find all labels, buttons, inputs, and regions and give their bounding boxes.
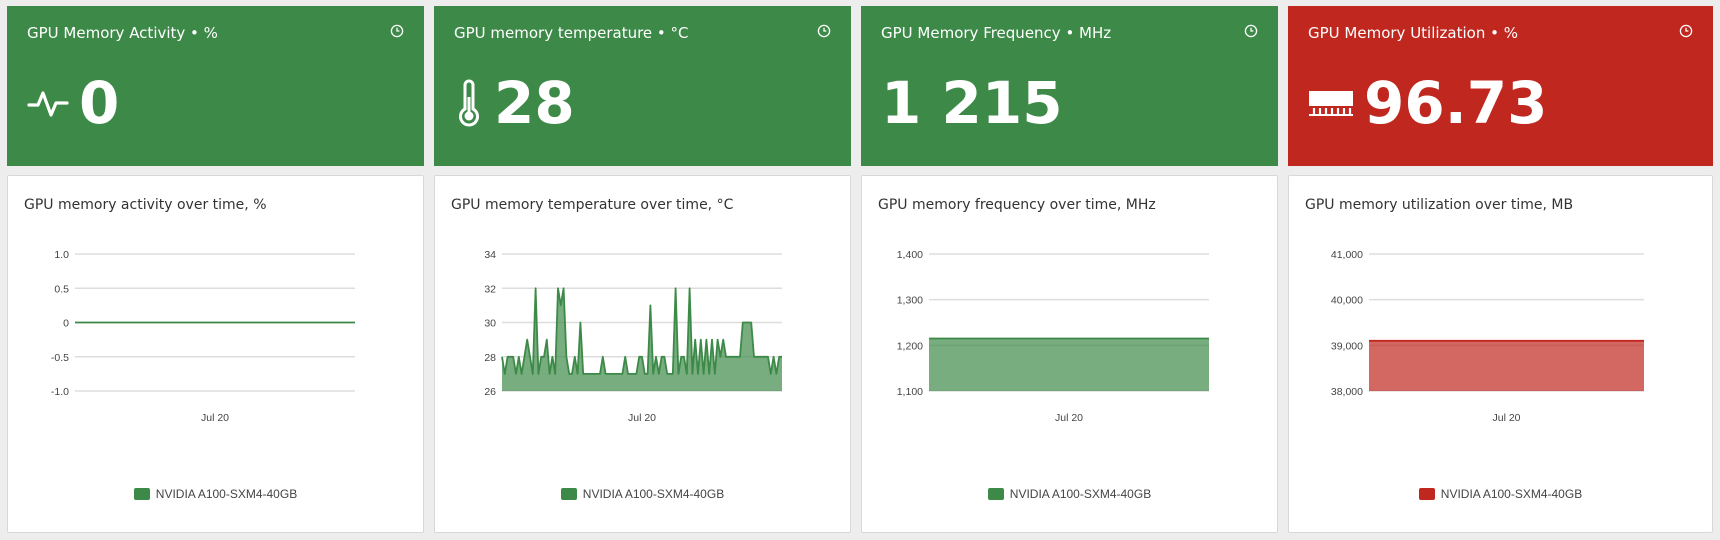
memory-frequency-chart: 1,400 1,300 1,200 1,100 Jul 20 — [897, 249, 1209, 424]
stat-value: 96.73 — [1364, 69, 1548, 137]
stat-value: 0 — [79, 69, 120, 137]
chart-legend[interactable]: NVIDIA A100-SXM4-40GB — [862, 487, 1277, 501]
series-area — [1369, 340, 1644, 391]
y-tick-label: -0.5 — [51, 352, 69, 364]
stat-title: GPU Memory Frequency • MHz — [881, 24, 1112, 42]
y-tick-label: 0.5 — [54, 283, 69, 295]
chart-panel-memory-frequency: GPU memory frequency over time, MHz 1,40… — [861, 175, 1278, 533]
y-tick-label: -1.0 — [51, 386, 69, 398]
y-tick-label: 34 — [484, 249, 496, 261]
legend-swatch — [987, 488, 1004, 500]
activity-pulse-icon — [27, 91, 69, 117]
legend-swatch — [560, 488, 577, 500]
stat-value: 28 — [494, 69, 575, 137]
series-area — [929, 338, 1209, 391]
y-tick-label: 32 — [484, 283, 496, 295]
stat-value: 1 215 — [881, 69, 1063, 137]
chart-panel-memory-utilization: GPU memory utilization over time, MB 41,… — [1288, 175, 1713, 533]
y-tick-label: 26 — [484, 386, 496, 398]
memory-utilization-chart: 41,000 40,000 39,000 38,000 Jul 20 — [1331, 249, 1644, 424]
legend-label: NVIDIA A100-SXM4-40GB — [1009, 487, 1152, 501]
legend-swatch — [133, 488, 150, 500]
legend-label: NVIDIA A100-SXM4-40GB — [582, 487, 725, 501]
chart-legend[interactable]: NVIDIA A100-SXM4-40GB — [1289, 487, 1712, 501]
stat-title: GPU memory temperature • °C — [454, 24, 689, 42]
y-tick-label: 0 — [63, 318, 69, 330]
x-tick-label: Jul 20 — [628, 412, 656, 424]
chart-legend[interactable]: NVIDIA A100-SXM4-40GB — [435, 487, 850, 501]
stat-title: GPU Memory Utilization • % — [1308, 24, 1518, 42]
memory-module-icon — [1309, 91, 1353, 116]
x-tick-label: Jul 20 — [1055, 412, 1083, 424]
clock-icon[interactable] — [390, 24, 404, 38]
series-area — [502, 288, 782, 391]
clock-icon[interactable] — [1244, 24, 1258, 38]
y-tick-label: 1,200 — [897, 340, 923, 352]
chart-panel-memory-temperature: GPU memory temperature over time, °C 34 3… — [434, 175, 851, 533]
y-tick-label: 28 — [484, 352, 496, 364]
y-tick-label: 1,100 — [897, 386, 923, 398]
clock-icon[interactable] — [1679, 24, 1693, 38]
thermometer-icon — [459, 79, 479, 127]
y-tick-label: 30 — [484, 318, 496, 330]
memory-temperature-chart: 34 32 30 28 26 Jul 20 — [484, 249, 782, 424]
memory-activity-chart: 1.0 0.5 0 -0.5 -1.0 Jul 20 — [51, 249, 355, 424]
chart-legend[interactable]: NVIDIA A100-SXM4-40GB — [8, 487, 423, 501]
stat-card-memory-frequency: GPU Memory Frequency • MHz 1 215 — [861, 6, 1278, 166]
y-tick-label: 38,000 — [1331, 386, 1363, 398]
stat-card-memory-utilization: GPU Memory Utilization • % 96.73 — [1288, 6, 1713, 166]
y-tick-label: 1.0 — [54, 249, 69, 261]
legend-label: NVIDIA A100-SXM4-40GB — [1440, 487, 1583, 501]
y-tick-label: 1,300 — [897, 295, 923, 307]
x-tick-label: Jul 20 — [1492, 412, 1520, 424]
chart-panel-memory-activity: GPU memory activity over time, % 1.0 0.5 0… — [7, 175, 424, 533]
y-tick-label: 39,000 — [1331, 340, 1363, 352]
x-tick-label: Jul 20 — [201, 412, 229, 424]
stat-title: GPU Memory Activity • % — [27, 24, 218, 42]
stat-card-memory-activity: GPU Memory Activity • % 0 — [7, 6, 424, 166]
stat-card-memory-temperature: GPU memory temperature • °C 28 — [434, 6, 851, 166]
legend-label: NVIDIA A100-SXM4-40GB — [155, 487, 298, 501]
clock-icon[interactable] — [817, 24, 831, 38]
y-tick-label: 41,000 — [1331, 249, 1363, 261]
legend-swatch — [1418, 488, 1435, 500]
y-tick-label: 40,000 — [1331, 295, 1363, 307]
y-tick-label: 1,400 — [897, 249, 923, 261]
